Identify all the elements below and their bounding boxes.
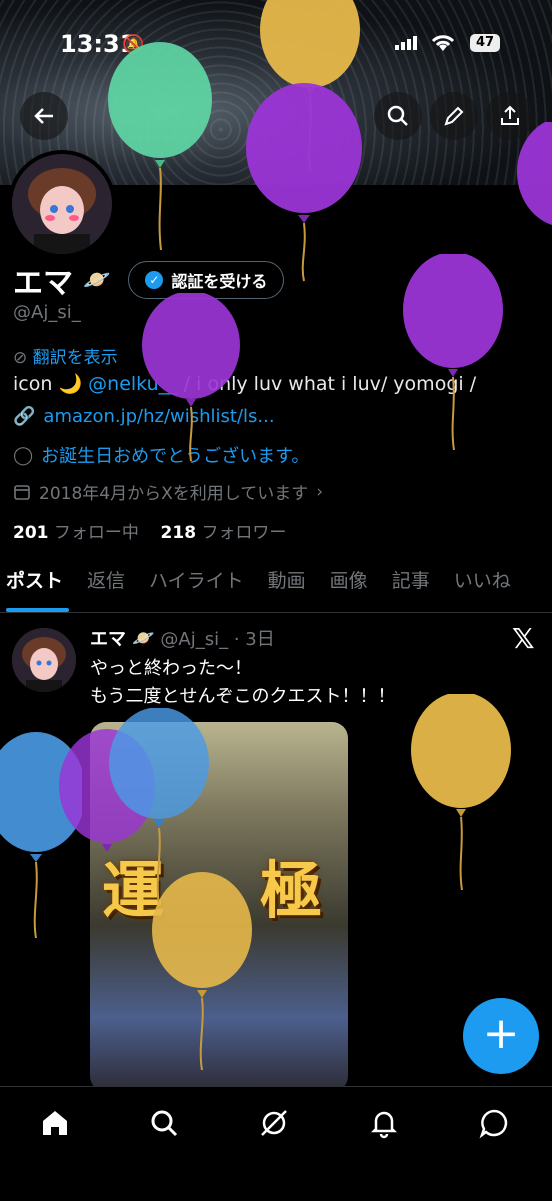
post-handle-time: @Aj_si_ · 3日 (160, 629, 275, 650)
joined-text: 2018年4月からXを利用しています (39, 484, 309, 504)
tab-highlights[interactable]: ハイライト (137, 566, 256, 612)
tab-articles[interactable]: 記事 (380, 566, 442, 612)
following-count: 201 (13, 523, 49, 543)
green-balloon-icon (108, 42, 212, 251)
bio-prefix: icon (13, 373, 59, 395)
post-header: エマ 🪐 @Aj_si_ · 3日 (90, 625, 275, 651)
nav-grok[interactable] (254, 1103, 294, 1143)
post-author-name[interactable]: エマ (90, 625, 126, 651)
yellow-balloon-icon-2 (411, 694, 511, 891)
tab-photos[interactable]: 画像 (318, 566, 380, 612)
follow-counts: 201 フォロー中 218 フォロワー (13, 518, 286, 543)
notifications-icon (370, 1111, 398, 1139)
post-avatar[interactable] (12, 628, 76, 692)
search-icon (387, 105, 408, 126)
nav-messages[interactable] (474, 1103, 514, 1143)
yellow-balloon-icon-3 (152, 872, 252, 1071)
edit-icon (444, 106, 464, 126)
grok-icon (261, 1110, 287, 1136)
tab-videos[interactable]: 動画 (256, 566, 318, 612)
profile-name: エマ (13, 266, 73, 301)
following-label: フォロー中 (53, 523, 139, 543)
post-text: やっと終わった〜！ もう二度とせんぞこのクエスト！！！ (90, 658, 396, 707)
following-link[interactable]: 201 フォロー中 (13, 523, 139, 543)
profile-tabs: ポスト 返信 ハイライト 動画 画像 記事 いいね (0, 566, 552, 613)
verified-check-icon: ✓ (145, 271, 164, 289)
planet-emoji: 🪐 (83, 267, 111, 293)
link-icon: 🔗 (13, 406, 36, 427)
purple-balloon-edge-icon (517, 122, 552, 225)
balloon-icon: ◯ (13, 444, 34, 466)
x-logo-icon: 𝕏 (512, 622, 535, 655)
followers-count: 218 (160, 523, 197, 543)
tab-posts[interactable]: ポスト (0, 566, 75, 612)
post-planet-emoji: 🪐 (132, 627, 155, 649)
compose-post-button[interactable]: + (463, 998, 539, 1074)
back-arrow-icon (34, 108, 53, 124)
tab-likes[interactable]: いいね (442, 566, 523, 612)
purple-balloon-icon-2 (142, 293, 240, 462)
edit-button[interactable] (430, 92, 478, 140)
followers-link[interactable]: 218 フォロワー (161, 523, 287, 543)
profile-avatar[interactable] (8, 150, 116, 258)
back-button[interactable] (20, 92, 68, 140)
media-kanji-right: 極 (260, 854, 323, 927)
nav-home[interactable] (35, 1103, 75, 1143)
search-icon (151, 1110, 178, 1137)
translate-link[interactable]: ⊘ 翻訳を表示 (13, 343, 118, 368)
nav-notifications[interactable] (364, 1103, 404, 1143)
wifi-icon (431, 35, 455, 51)
messages-icon (479, 1109, 508, 1139)
translate-label: 翻訳を表示 (32, 348, 118, 368)
profile-handle: @Aj_si_ (13, 302, 81, 323)
search-button[interactable] (374, 92, 422, 140)
tab-replies[interactable]: 返信 (75, 566, 137, 612)
joined-row[interactable]: 2018年4月からXを利用しています › (13, 479, 323, 504)
home-icon (43, 1111, 67, 1135)
purple-balloon-icon (246, 83, 362, 282)
battery-indicator: 47 (470, 34, 500, 52)
chevron-right-icon: › (316, 481, 324, 502)
nav-search[interactable] (144, 1103, 184, 1143)
bottom-navigation (0, 1086, 552, 1201)
cellular-signal-icon (395, 36, 417, 50)
moon-emoji: 🌙 (58, 373, 83, 395)
translate-icon: ⊘ (13, 348, 28, 368)
followers-label: フォロワー (201, 523, 287, 543)
purple-balloon-icon-3 (403, 254, 503, 451)
calendar-icon (14, 484, 30, 500)
